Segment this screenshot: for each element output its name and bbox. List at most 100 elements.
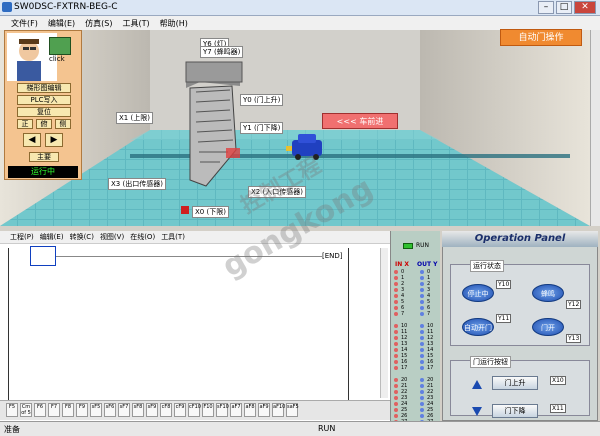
menu-file[interactable]: 文件(F): [8, 18, 41, 29]
view-front-button[interactable]: 正: [17, 119, 33, 129]
view-top-button[interactable]: 俯: [36, 119, 52, 129]
io-out-led: [420, 282, 424, 286]
io-out-led: [420, 276, 424, 280]
editor-menu-project[interactable]: 工程(P): [10, 232, 34, 242]
operation-panel-title: Operation Panel: [442, 231, 598, 247]
inst-button[interactable]: F8: [62, 403, 74, 417]
door-up-button[interactable]: 门上升: [492, 376, 538, 390]
window-controls: – □ ✕: [538, 1, 596, 14]
ladder-editor[interactable]: [END]: [0, 231, 390, 421]
ladder-edit-button[interactable]: 梯形图编辑: [17, 83, 71, 93]
inst-button[interactable]: sF6: [104, 403, 116, 417]
menu-help[interactable]: 帮助(H): [157, 18, 191, 29]
instruction-toolbar: F5 Cm of 5 F6 F7 F8 F9 sF5 sF6 sF7 sF8 s…: [0, 400, 390, 420]
tag-y13: Y13: [566, 334, 582, 343]
plc-write-button[interactable]: PLC写入: [17, 95, 71, 105]
menu-tools[interactable]: 工具(T): [119, 18, 152, 29]
inst-button[interactable]: F9: [76, 403, 88, 417]
editor-menu-edit[interactable]: 编辑(E): [40, 232, 64, 242]
status-run: RUN: [318, 424, 336, 433]
maximize-button[interactable]: □: [556, 1, 572, 14]
window-title: SW0DSC-FXTRN-BEG-C: [14, 2, 118, 12]
inst-button[interactable]: cF9: [174, 403, 186, 417]
inst-button[interactable]: sF10: [216, 403, 229, 417]
inst-button[interactable]: aF10: [272, 403, 285, 417]
status-bar: 准备 RUN: [0, 421, 600, 436]
io-out-led: [420, 384, 424, 388]
inst-button[interactable]: aF7: [230, 403, 242, 417]
auto-open-lamp: 自动开门: [462, 318, 494, 336]
io-out-led: [420, 396, 424, 400]
out-y-label: OUT Y: [417, 261, 438, 268]
io-in-led: [394, 402, 398, 406]
io-out-led: [420, 408, 424, 412]
inst-button[interactable]: cF10: [188, 403, 201, 417]
inst-button[interactable]: F5: [6, 403, 18, 417]
in-x-label: IN X: [395, 261, 409, 268]
tag-y12: Y12: [566, 300, 582, 309]
inst-button[interactable]: Cm of 5: [20, 403, 32, 417]
io-in-led: [394, 408, 398, 412]
io-in-led: [394, 378, 398, 382]
editor-menu-online[interactable]: 在线(O): [130, 232, 155, 242]
io-in-number: 7: [401, 311, 405, 317]
io-in-led: [394, 360, 398, 364]
status-group-label: 运行状态: [470, 260, 504, 272]
inst-button[interactable]: sF5: [90, 403, 102, 417]
inst-button[interactable]: sF8: [132, 403, 144, 417]
inst-button[interactable]: sF9: [146, 403, 158, 417]
inst-button[interactable]: F10: [202, 403, 214, 417]
scene-scrollbar[interactable]: [590, 30, 600, 226]
io-out-led: [420, 354, 424, 358]
menu-bar: 文件(F) 编辑(E) 仿真(S) 工具(T) 帮助(H): [0, 16, 600, 30]
io-in-led: [394, 306, 398, 310]
io-out-led: [420, 378, 424, 382]
tag-y11: Y11: [496, 314, 512, 323]
io-out-led: [420, 312, 424, 316]
io-in-led: [394, 414, 398, 418]
io-in-led: [394, 354, 398, 358]
menu-simulate[interactable]: 仿真(S): [82, 18, 115, 29]
io-in-led: [394, 396, 398, 400]
inst-button[interactable]: sF7: [118, 403, 130, 417]
inst-button[interactable]: cF8: [160, 403, 172, 417]
control-group-label: 门运行按钮: [470, 356, 511, 368]
editor-menu-view[interactable]: 视图(V): [100, 232, 124, 242]
door-down-button[interactable]: 门下降: [492, 404, 538, 418]
io-in-led: [394, 390, 398, 394]
view-side-button[interactable]: 侧: [55, 119, 71, 129]
inst-button[interactable]: aF9: [258, 403, 270, 417]
inst-button[interactable]: aF8: [244, 403, 256, 417]
arrow-right-icon[interactable]: ▶: [45, 133, 63, 147]
close-button[interactable]: ✕: [574, 1, 596, 14]
inst-button[interactable]: F6: [34, 403, 46, 417]
inst-button[interactable]: saF5: [286, 403, 299, 417]
auto-door-button[interactable]: 自动门操作: [500, 29, 582, 46]
editor-menu-convert[interactable]: 转换(C): [70, 232, 94, 242]
control-panel: click 梯形图编辑 PLC写入 复位 正 俯 侧 ◀ ▶ 主要 运行中: [4, 30, 82, 180]
io-out-led: [420, 306, 424, 310]
label-y0: Y0 (门上升): [240, 94, 284, 106]
arrow-left-icon[interactable]: ◀: [23, 133, 41, 147]
edit-cursor: [30, 246, 56, 266]
io-in-led: [394, 330, 398, 334]
reset-button[interactable]: 复位: [17, 107, 71, 117]
running-status: 运行中: [8, 166, 78, 178]
inst-button[interactable]: F7: [48, 403, 60, 417]
minimize-button[interactable]: –: [538, 1, 554, 14]
car-forward-button[interactable]: <<< 车前进: [322, 113, 398, 129]
editor-scrollbar[interactable]: [380, 248, 388, 398]
io-out-led: [420, 366, 424, 370]
down-arrow-icon: [472, 407, 482, 416]
io-in-led: [394, 342, 398, 346]
editor-menu-tools[interactable]: 工具(T): [161, 232, 185, 242]
io-out-led: [420, 324, 424, 328]
tag-x11: X11: [550, 404, 566, 413]
io-in-led: [394, 312, 398, 316]
stop-lamp: 停止中: [462, 284, 494, 302]
main-button[interactable]: 主要: [29, 152, 59, 162]
up-arrow-icon: [472, 380, 482, 389]
buzzer-lamp: 蜂鸣: [532, 284, 564, 302]
menu-edit[interactable]: 编辑(E): [45, 18, 78, 29]
right-rail: [348, 248, 349, 400]
